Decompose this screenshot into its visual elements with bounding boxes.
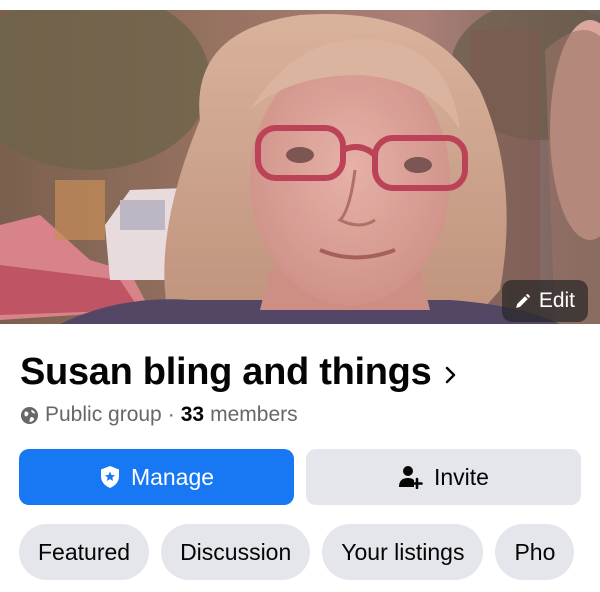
members-label: members	[210, 403, 298, 426]
edit-cover-button[interactable]: Edit	[501, 280, 588, 322]
cover-photo-image	[0, 10, 600, 324]
tab-label: Pho	[514, 538, 556, 565]
member-count: 33	[180, 403, 205, 426]
tab-featured[interactable]: Featured	[19, 524, 150, 580]
edit-cover-label: Edit	[538, 289, 575, 312]
invite-button[interactable]: Invite	[306, 449, 581, 505]
manage-label: Manage	[130, 463, 215, 490]
privacy-label: Public group	[45, 403, 162, 426]
tab-photos[interactable]: Pho	[495, 524, 575, 580]
group-tabs: Featured Discussion Your listings Pho	[19, 524, 575, 580]
pencil-icon	[515, 293, 530, 308]
tab-label: Your listings	[341, 538, 465, 565]
tab-your-listings[interactable]: Your listings	[322, 524, 484, 580]
tab-label: Featured	[38, 538, 131, 565]
shield-star-icon	[100, 466, 119, 488]
group-name: Susan bling and things	[20, 351, 432, 393]
tab-label: Discussion	[180, 538, 292, 565]
globe-icon	[20, 406, 39, 424]
invite-label: Invite	[434, 463, 489, 490]
meta-separator: ·	[167, 403, 175, 426]
group-page: Edit Susan bling and things Public group…	[0, 0, 600, 592]
tab-discussion[interactable]: Discussion	[161, 524, 311, 580]
manage-button[interactable]: Manage	[19, 449, 294, 505]
group-meta: Public group · 33 members	[20, 403, 298, 427]
cover-photo[interactable]: Edit	[0, 10, 600, 324]
add-person-icon	[399, 466, 423, 489]
chevron-right-icon	[446, 366, 456, 384]
group-name-link[interactable]: Susan bling and things	[20, 348, 457, 396]
